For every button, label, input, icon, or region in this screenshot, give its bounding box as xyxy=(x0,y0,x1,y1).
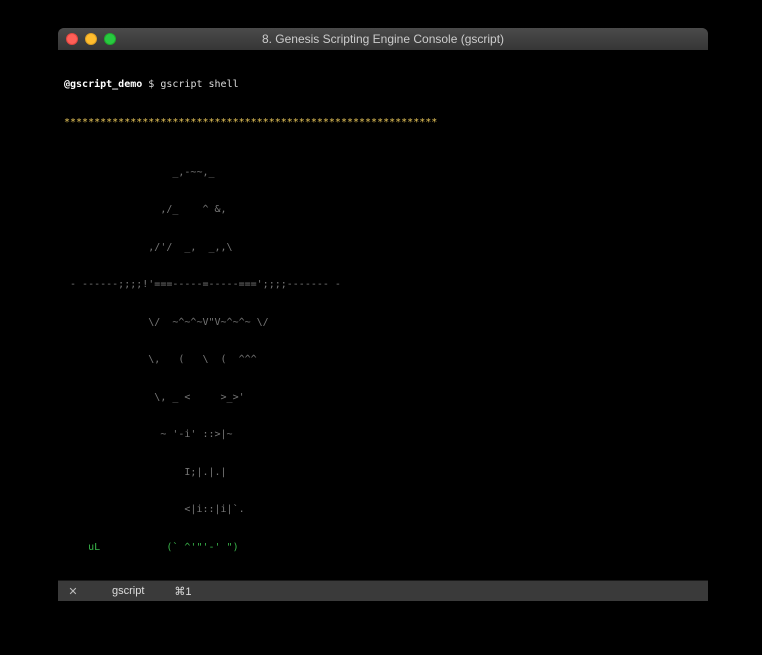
shell-prompt-line: @gscript_demo $ gscript shell xyxy=(64,79,702,92)
terminal-window: 8. Genesis Scripting Engine Console (gsc… xyxy=(58,28,708,601)
titlebar[interactable]: 8. Genesis Scripting Engine Console (gsc… xyxy=(58,28,708,50)
close-icon[interactable] xyxy=(66,33,78,45)
minimize-icon[interactable] xyxy=(85,33,97,45)
traffic-lights xyxy=(66,33,116,45)
zoom-icon[interactable] xyxy=(104,33,116,45)
terminal-body[interactable]: @gscript_demo $ gscript shell **********… xyxy=(58,50,708,580)
tab-shortcut: ⌘1 xyxy=(174,585,191,598)
shell-user: @gscript_demo xyxy=(64,79,142,90)
tab-close-icon[interactable]: ✕ xyxy=(58,585,88,598)
window-title: 8. Genesis Scripting Engine Console (gsc… xyxy=(58,32,708,46)
shell-command: gscript shell xyxy=(160,79,238,90)
tabbar: ✕ gscript ⌘1 xyxy=(58,581,708,601)
ascii-art: _,-~~,_ xyxy=(64,167,702,180)
star-divider: ****************************************… xyxy=(64,117,702,130)
tab-gscript[interactable]: gscript xyxy=(112,585,144,597)
